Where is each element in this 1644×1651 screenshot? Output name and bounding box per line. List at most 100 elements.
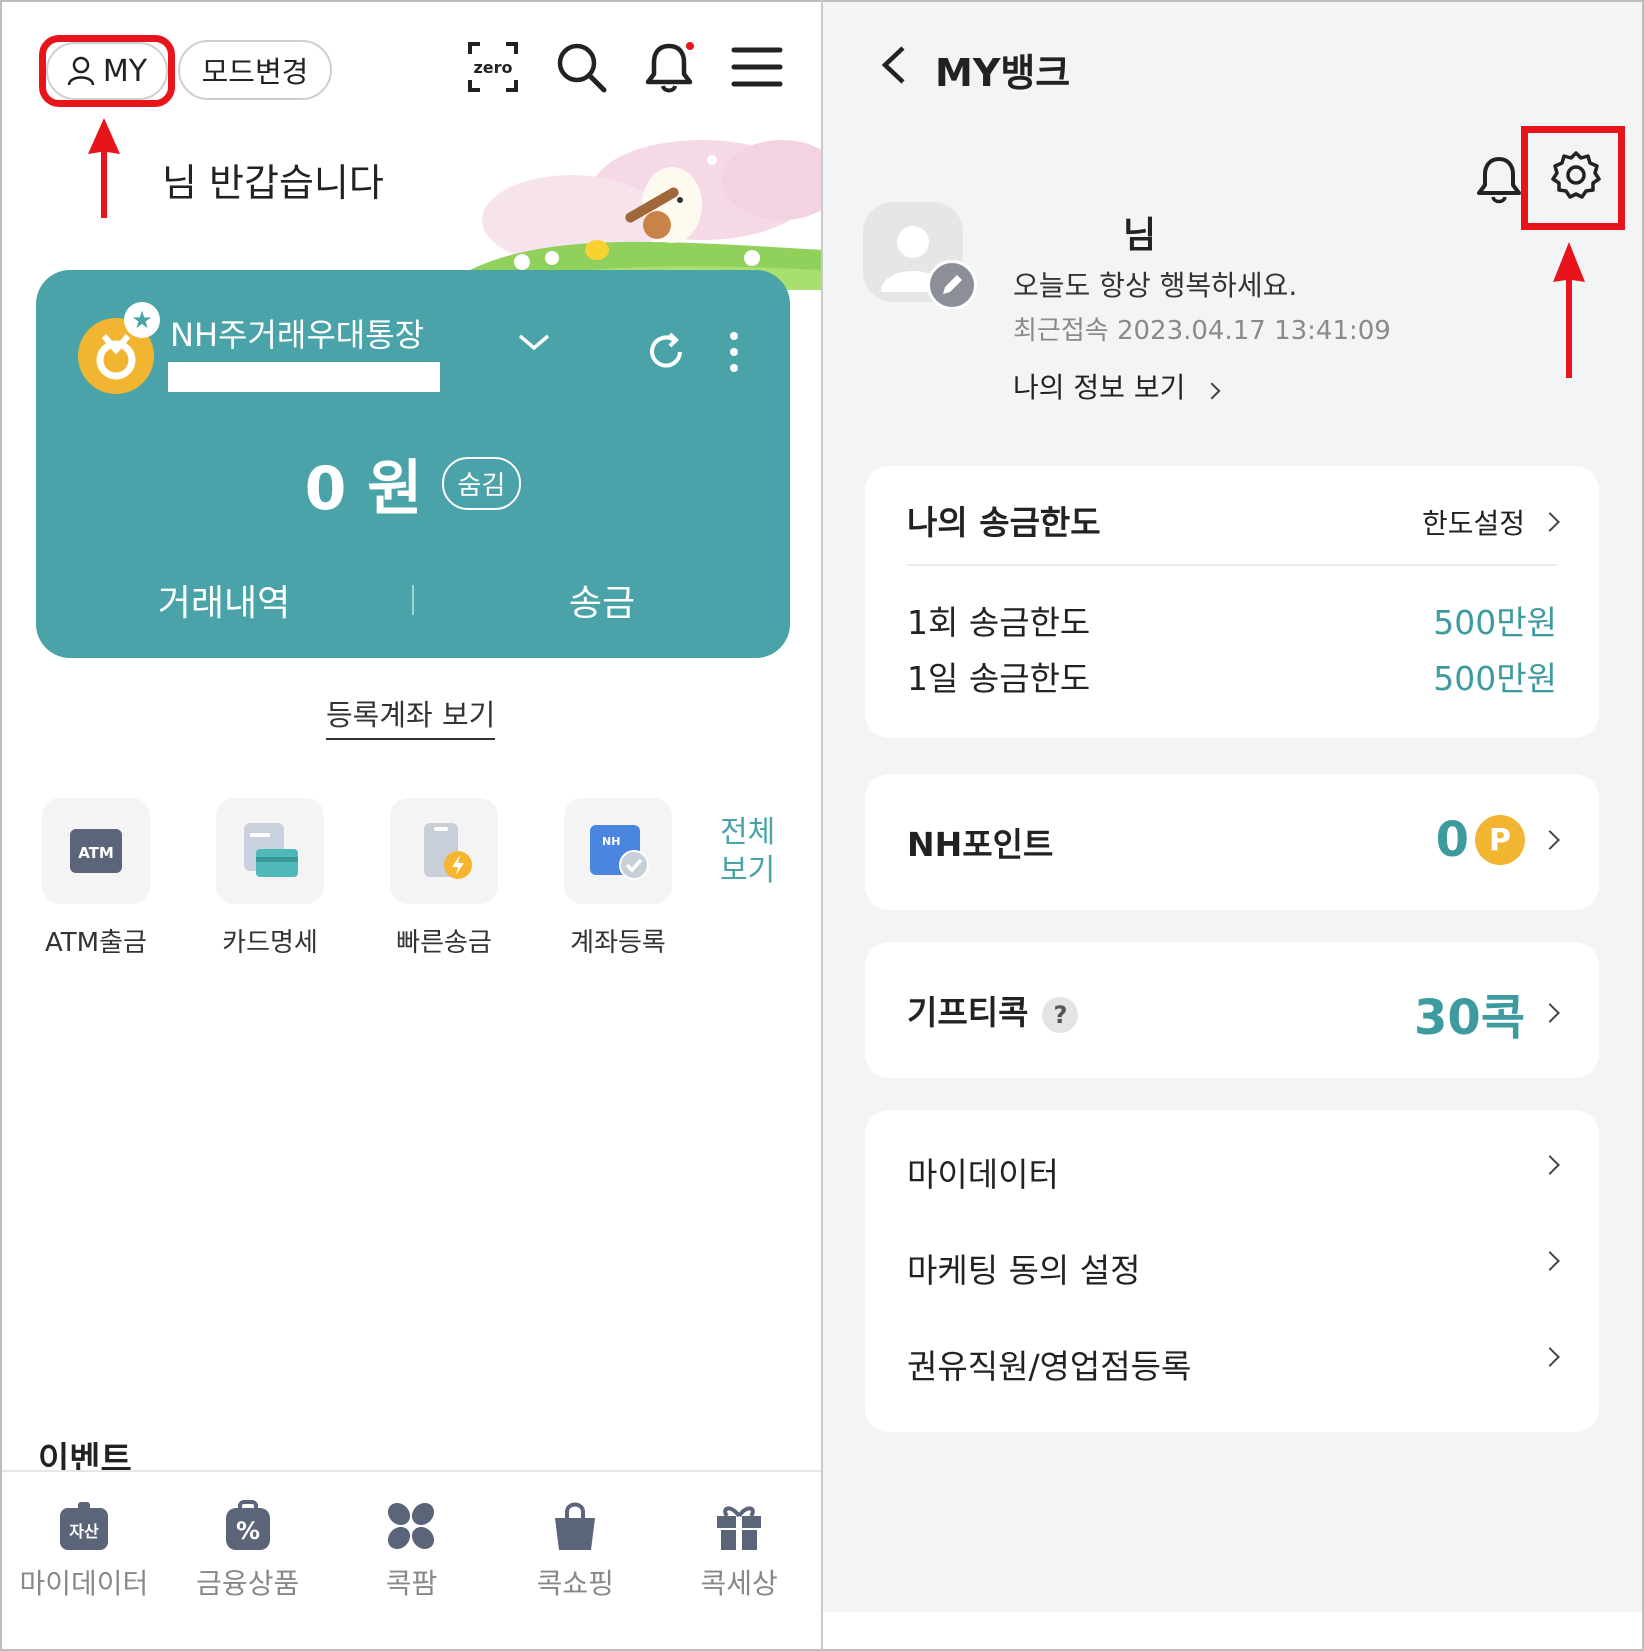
transaction-history-button[interactable]: 거래내역	[36, 574, 412, 626]
limit-divider	[907, 564, 1557, 566]
chevron-right-icon	[1203, 382, 1221, 400]
search-icon[interactable]	[554, 40, 608, 94]
chevron-right-icon	[1540, 1251, 1560, 1271]
menu-icon[interactable]	[730, 40, 784, 94]
quick-label: 빠른송금	[396, 928, 492, 958]
hide-balance-button[interactable]: 숨김	[441, 457, 522, 510]
settings-highlight-box	[1521, 126, 1625, 230]
account-actions: 거래내역 송금	[36, 570, 790, 630]
shopping-bag-icon	[555, 1502, 596, 1550]
nav-item-kokshopping[interactable]: 콕쇼핑	[493, 1472, 657, 1649]
account-register-icon: NH	[590, 825, 649, 880]
nav-label: 콕쇼핑	[536, 1567, 614, 1600]
red-arrow-annotation	[1553, 242, 1585, 378]
view-all-line-2: 보기	[720, 853, 776, 888]
asset-icon: 자산	[59, 1502, 108, 1550]
my-info-link[interactable]: 나의 정보 보기	[1013, 366, 1221, 406]
transfer-limit-card: 나의 송금한도 한도설정 1회 송금한도 500만원 1일 송금한도 500만원	[865, 466, 1599, 738]
chevron-down-icon[interactable]	[516, 330, 552, 354]
quick-transfer-icon	[424, 823, 472, 879]
percent-icon: %	[225, 1500, 270, 1550]
limit-row-label: 1일 송금한도	[907, 659, 1091, 698]
mode-change-button[interactable]: 모드변경	[178, 40, 332, 100]
view-all-link[interactable]: 전체 보기	[720, 814, 775, 890]
limit-setting-link[interactable]: 한도설정	[1422, 502, 1560, 542]
flower-icon	[388, 1502, 435, 1550]
bell-icon[interactable]	[642, 40, 696, 94]
svg-text:zero: zero	[473, 58, 512, 77]
quick-item-atm[interactable]: ATM ATM출금	[42, 798, 150, 959]
menu-item-mydata[interactable]: 마이데이터	[907, 1148, 1059, 1196]
gifticon-value: 30콕	[1414, 990, 1525, 1046]
last-login: 최근접속 2023.04.17 13:41:09	[1013, 316, 1391, 346]
nav-label: 금융상품	[196, 1567, 300, 1600]
nh-point-card[interactable]: NH포인트 0 P	[865, 774, 1599, 910]
page-title: MY뱅크	[935, 51, 1071, 95]
gift-icon	[717, 1506, 762, 1550]
account-number-redacted	[168, 362, 440, 392]
atm-icon: ATM	[70, 829, 122, 873]
red-arrow-annotation	[88, 118, 120, 218]
gifticon-value-area: 30콕	[1414, 978, 1560, 1048]
point-coin-icon: P	[1475, 815, 1525, 865]
home-screen: MY 모드변경 zero 님 반갑습니다 ★ NH주거래우대통장 0 원 숨김 …	[2, 2, 821, 1649]
menu-chevron	[1540, 1155, 1560, 1175]
edit-profile-button[interactable]	[927, 260, 977, 310]
menu-item-staff-branch-register[interactable]: 권유직원/영업점등록	[907, 1340, 1191, 1388]
my-highlight-box	[39, 35, 175, 107]
nav-item-financial-products[interactable]: % 금융상품	[166, 1472, 330, 1649]
quick-item-card-statement[interactable]: 카드명세	[216, 798, 324, 959]
star-badge-icon: ★	[124, 302, 160, 338]
bottom-nav: 자산 마이데이터 % 금융상품 콕팜 콕쇼핑 콕세상	[2, 1470, 821, 1649]
card-statement-icon	[244, 823, 298, 877]
balance-area: 0 원 숨김	[36, 440, 790, 527]
quick-item-quick-transfer[interactable]: 빠른송금	[390, 798, 498, 959]
my-bank-screen: MY뱅크 님 오늘도 항상 행복하세요. 최근접속 2023.04.17 13:…	[823, 2, 1642, 1612]
back-arrow-icon[interactable]	[879, 44, 909, 86]
nh-point-value-area: 0 P	[1436, 812, 1560, 868]
registered-accounts-link[interactable]: 등록계좌 보기	[326, 692, 496, 740]
limit-title: 나의 송금한도	[907, 503, 1101, 542]
quick-item-account-register[interactable]: NH 계좌등록	[564, 798, 672, 959]
zeropay-icon[interactable]: zero	[466, 40, 520, 94]
quick-tile: NH	[564, 798, 672, 904]
help-icon[interactable]: ?	[1042, 996, 1079, 1033]
limit-row-value: 500만원	[1433, 603, 1557, 642]
svg-text:%: %	[236, 1517, 260, 1545]
chevron-right-icon	[1540, 1155, 1560, 1175]
nav-item-kokfarm[interactable]: 콕팜	[330, 1472, 494, 1649]
chevron-right-icon	[1540, 830, 1560, 850]
main-account-card[interactable]: ★ NH주거래우대통장 0 원 숨김 거래내역 송금	[36, 270, 790, 658]
chevron-right-icon	[1540, 1347, 1560, 1367]
nav-item-mydata[interactable]: 자산 마이데이터	[2, 1472, 166, 1649]
profile-greeting: 오늘도 항상 행복하세요.	[1013, 269, 1298, 302]
balance-amount: 0 원	[304, 454, 423, 524]
menu-chevron	[1540, 1347, 1560, 1367]
spring-scenery-illustration	[452, 140, 821, 290]
gifticon-label-area: 기프티콕?	[907, 986, 1079, 1034]
nav-label: 콕팜	[385, 1567, 438, 1600]
svg-text:자산: 자산	[69, 1522, 99, 1541]
menu-chevron	[1540, 1251, 1560, 1271]
quick-label: 계좌등록	[570, 928, 666, 958]
svg-text:NH: NH	[602, 835, 620, 848]
svg-text:ATM: ATM	[78, 844, 114, 862]
quick-tile: ATM	[42, 798, 150, 904]
menu-item-marketing-consent[interactable]: 마케팅 동의 설정	[907, 1244, 1141, 1292]
gifticon-card[interactable]: 기프티콕? 30콕	[865, 942, 1599, 1078]
pencil-icon	[943, 275, 962, 294]
quick-label: 카드명세	[222, 928, 318, 958]
transfer-button[interactable]: 송금	[414, 574, 790, 626]
quick-tile	[390, 798, 498, 904]
chevron-right-icon	[1540, 512, 1560, 532]
chevron-right-icon	[1540, 1003, 1560, 1023]
nav-item-kokworld[interactable]: 콕세상	[657, 1472, 821, 1649]
quick-label: ATM출금	[45, 928, 147, 958]
greeting-text: 님 반갑습니다	[162, 161, 384, 205]
bell-icon[interactable]	[1475, 154, 1523, 204]
nh-point-label: NH포인트	[907, 825, 1054, 864]
settings-menu-card: 마이데이터 마케팅 동의 설정 권유직원/영업점등록	[865, 1110, 1599, 1432]
more-options-icon[interactable]	[726, 328, 742, 376]
refresh-icon[interactable]	[644, 330, 688, 374]
limit-row-label: 1회 송금한도	[907, 603, 1091, 642]
